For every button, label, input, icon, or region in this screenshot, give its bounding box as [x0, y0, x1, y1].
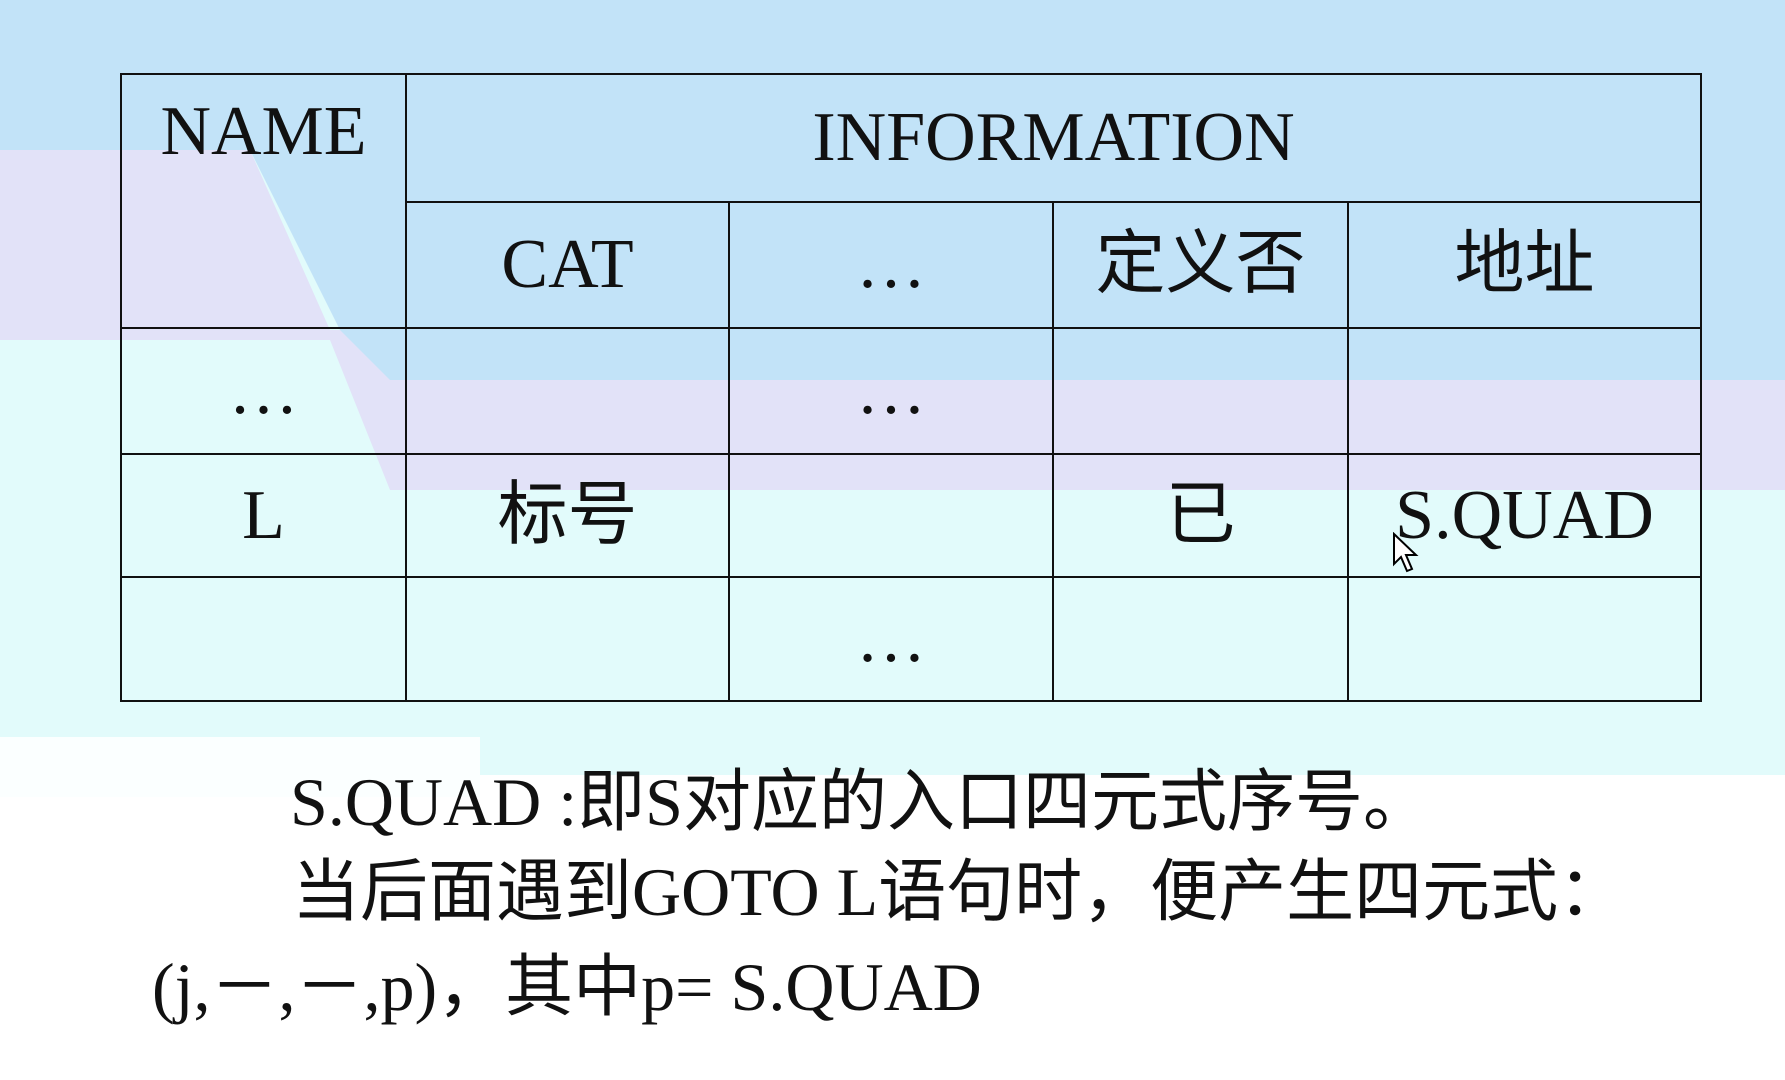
table-row: … [120, 576, 1702, 702]
subheader-defined: 定义否 [1052, 201, 1349, 329]
table-cell [1052, 327, 1349, 455]
table-cell [1347, 576, 1702, 702]
header-name: NAME [120, 73, 407, 329]
table-cell [1052, 576, 1349, 702]
subheader-address: 地址 [1347, 201, 1702, 329]
table-cell: … [120, 327, 407, 455]
table-cell: 已 [1052, 453, 1349, 578]
table-cell [405, 576, 730, 702]
table-row: L 标号 已 S.QUAD [120, 453, 1702, 578]
note-line-3: (j,－,－,p)，其中p= S.QUAD [152, 949, 982, 1025]
table-row: … … [120, 327, 1702, 455]
table-cell: … [728, 576, 1054, 702]
note-line-1: S.QUAD :即S对应的入口四元式序号。 [290, 764, 1431, 840]
header-information: INFORMATION [405, 73, 1702, 203]
table-cell [728, 453, 1054, 578]
table-cell [405, 327, 730, 455]
symbol-table: NAME INFORMATION CAT … 定义否 地址 … … L 标号 已… [120, 73, 1702, 702]
table-cell: … [728, 327, 1054, 455]
table-cell: L [120, 453, 407, 578]
table-cell [1347, 327, 1702, 455]
subheader-ellipsis: … [728, 201, 1054, 329]
subheader-cat: CAT [405, 201, 730, 329]
note-line-2: 当后面遇到GOTO L语句时，便产生四元式： [292, 854, 1627, 930]
table-cell [120, 576, 407, 702]
mouse-pointer-icon [1393, 532, 1419, 573]
table-cell: 标号 [405, 453, 730, 578]
